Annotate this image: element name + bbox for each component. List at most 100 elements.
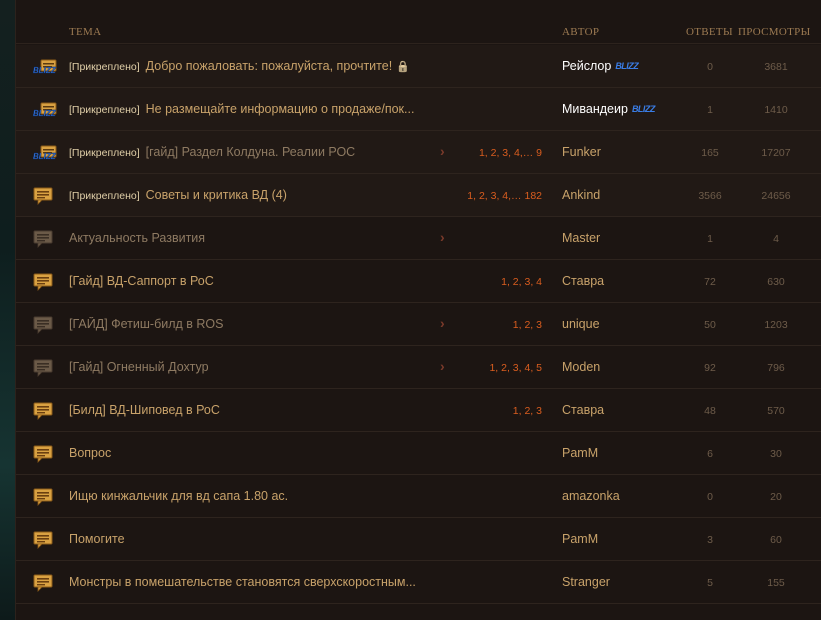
page-links[interactable]: 1, 2, 3, 4, 5: [489, 362, 542, 374]
header-views[interactable]: ПРОСМОТРЫ: [738, 26, 810, 38]
views-count: 30: [770, 448, 782, 460]
blizzard-badge-icon: BLIZZ: [631, 104, 656, 114]
author-link[interactable]: Ставра: [562, 274, 604, 288]
topic-title-text: Добро пожаловать: пожалуйста, прочтите!: [145, 59, 393, 73]
chat-bubble-icon: [32, 488, 56, 506]
table-row[interactable]: Ищю кинжальчик для вд сапа 1.80 ас. amazo…: [16, 475, 821, 518]
blizzard-post-icon: BLIZZ: [32, 101, 57, 119]
topic-title-text: Ищю кинжальчик для вд сапа 1.80 ас.: [69, 489, 289, 503]
topic-title-link[interactable]: Актуальность Развития: [69, 231, 205, 245]
topic-title-link[interactable]: Вопрос: [69, 446, 111, 460]
topic-title-link[interactable]: [Гайд] ВД-Саппорт в РоС: [69, 274, 214, 288]
chat-bubble-icon: [32, 531, 56, 549]
table-row[interactable]: [ГАЙД] Фетиш-билд в ROS › 1, 2, 3 unique 50 1…: [16, 303, 821, 346]
replies-count: 1: [707, 104, 713, 116]
chevron-right-icon[interactable]: ›: [440, 315, 445, 331]
chat-bubble-icon: [32, 230, 56, 248]
topic-title-link[interactable]: Ищю кинжальчик для вд сапа 1.80 ас.: [69, 489, 288, 503]
views-count: 24656: [761, 190, 791, 202]
topic-title-link[interactable]: [Прикреплено] [гайд] Раздел Колдуна. Реал…: [69, 145, 355, 159]
chat-bubble-icon: [32, 359, 56, 377]
table-row[interactable]: Помогите PamM 3 60: [16, 518, 821, 561]
table-row[interactable]: Монстры в помешательстве становятся свер…: [16, 561, 821, 604]
author-name: Ставра: [562, 403, 605, 417]
page-links[interactable]: 1, 2, 3, 4,… 9: [479, 147, 542, 159]
topic-title-text: Не размещайте информацию о продаже/пок..…: [145, 102, 415, 116]
blizzard-post-icon: BLIZZ: [32, 58, 57, 76]
author-link[interactable]: PamM: [562, 532, 598, 546]
pinned-label: [Прикреплено]: [69, 61, 140, 73]
table-header: ТЕМА АВТОР ОТВЕТЫ ПРОСМОТРЫ: [16, 18, 821, 44]
views-count: 796: [767, 362, 785, 374]
topic-title-link[interactable]: Монстры в помешательстве становятся свер…: [69, 575, 416, 589]
author-link[interactable]: Moden: [562, 360, 600, 374]
page-links[interactable]: 1, 2, 3, 4,… 182: [467, 190, 542, 202]
replies-count: 3566: [698, 190, 722, 202]
table-row[interactable]: BLIZZ [Прикреплено] Не размещайте информа…: [16, 88, 821, 131]
author-link[interactable]: Master: [562, 231, 600, 245]
table-row[interactable]: [Гайд] Огненный Дохтур › 1, 2, 3, 4, 5 Mode…: [16, 346, 821, 389]
views-count: 1203: [764, 319, 788, 331]
author-name: PamM: [562, 532, 599, 546]
page-links[interactable]: 1, 2, 3: [513, 319, 542, 331]
chat-bubble-icon: [32, 445, 56, 463]
table-row[interactable]: [Билд] ВД-Шиповед в РоС 1, 2, 3 Ставра 48 57…: [16, 389, 821, 432]
chat-bubble-icon: [32, 187, 56, 205]
topic-title-link[interactable]: [Прикреплено] Добро пожаловать: пожалуйст…: [69, 59, 410, 73]
topic-title-text: Советы и критика ВД (4): [145, 188, 287, 202]
topic-title-link[interactable]: [Билд] ВД-Шиповед в РоС: [69, 403, 220, 417]
header-replies[interactable]: ОТВЕТЫ: [686, 26, 733, 38]
chevron-right-icon[interactable]: ›: [440, 143, 445, 159]
table-row[interactable]: Вопрос PamM 6 30: [16, 432, 821, 475]
svg-text:BLIZZ: BLIZZ: [33, 109, 57, 118]
svg-text:BLIZZ: BLIZZ: [33, 152, 57, 161]
author-link[interactable]: Stranger: [562, 575, 610, 589]
pinned-label: [Прикреплено]: [69, 190, 140, 202]
replies-count: 48: [704, 405, 716, 417]
page-links[interactable]: 1, 2, 3, 4: [501, 276, 542, 288]
table-row[interactable]: [Гайд] ВД-Саппорт в РоС 1, 2, 3, 4 Ставра 7…: [16, 260, 821, 303]
author-name: Master: [562, 231, 601, 245]
topic-title-link[interactable]: [Прикреплено] Советы и критика ВД (4): [69, 188, 287, 202]
replies-count: 3: [707, 534, 713, 546]
author-link[interactable]: amazonka: [562, 489, 620, 503]
author-name: Ставра: [562, 274, 605, 288]
header-author[interactable]: АВТОР: [562, 26, 599, 38]
page-links[interactable]: 1, 2, 3: [513, 405, 542, 417]
table-row[interactable]: BLIZZ [Прикреплено] [гайд] Раздел Колдуна…: [16, 131, 821, 174]
views-count: 20: [770, 491, 782, 503]
topic-title-link[interactable]: [Гайд] Огненный Дохтур: [69, 360, 209, 374]
author-link[interactable]: Мивандеир BLIZZ: [562, 102, 655, 116]
views-count: 4: [773, 233, 779, 245]
topic-title-link[interactable]: [Прикреплено] Не размещайте информацию о …: [69, 102, 414, 116]
chevron-right-icon[interactable]: ›: [440, 229, 445, 245]
chevron-right-icon[interactable]: ›: [440, 358, 445, 374]
forum-topic-list: ТЕМА АВТОР ОТВЕТЫ ПРОСМОТРЫ BLIZZ [Прикр…: [15, 0, 821, 620]
table-row[interactable]: BLIZZ [Прикреплено] Добро пожаловать: пож…: [16, 45, 821, 88]
table-row[interactable]: Актуальность Развития › Master 1 4: [16, 217, 821, 260]
author-link[interactable]: PamM: [562, 446, 598, 460]
author-link[interactable]: unique: [562, 317, 600, 331]
lock-icon: 🔒: [396, 61, 410, 73]
background-strip: [0, 0, 15, 620]
replies-count: 72: [704, 276, 716, 288]
author-link[interactable]: Funker: [562, 145, 601, 159]
replies-count: 165: [701, 147, 719, 159]
author-link[interactable]: Рейслор BLIZZ: [562, 59, 639, 73]
replies-count: 1: [707, 233, 713, 245]
table-row[interactable]: [Прикреплено] Советы и критика ВД (4) 1, 2…: [16, 174, 821, 217]
author-name: Ankind: [562, 188, 601, 202]
chat-bubble-icon: [32, 316, 56, 334]
header-topic[interactable]: ТЕМА: [69, 26, 101, 38]
chat-bubble-icon: [32, 574, 56, 592]
topic-title-text: [ГАЙД] Фетиш-билд в ROS: [69, 317, 224, 331]
topic-title-link[interactable]: [ГАЙД] Фетиш-билд в ROS: [69, 317, 223, 331]
author-link[interactable]: Ankind: [562, 188, 600, 202]
topic-title-text: Помогите: [69, 532, 125, 546]
topic-title-text: [гайд] Раздел Колдуна. Реалии РОС: [145, 145, 356, 159]
topic-title-link[interactable]: Помогите: [69, 532, 125, 546]
pinned-label: [Прикреплено]: [69, 147, 140, 159]
replies-count: 5: [707, 577, 713, 589]
author-link[interactable]: Ставра: [562, 403, 604, 417]
blizzard-post-icon: BLIZZ: [32, 144, 57, 162]
